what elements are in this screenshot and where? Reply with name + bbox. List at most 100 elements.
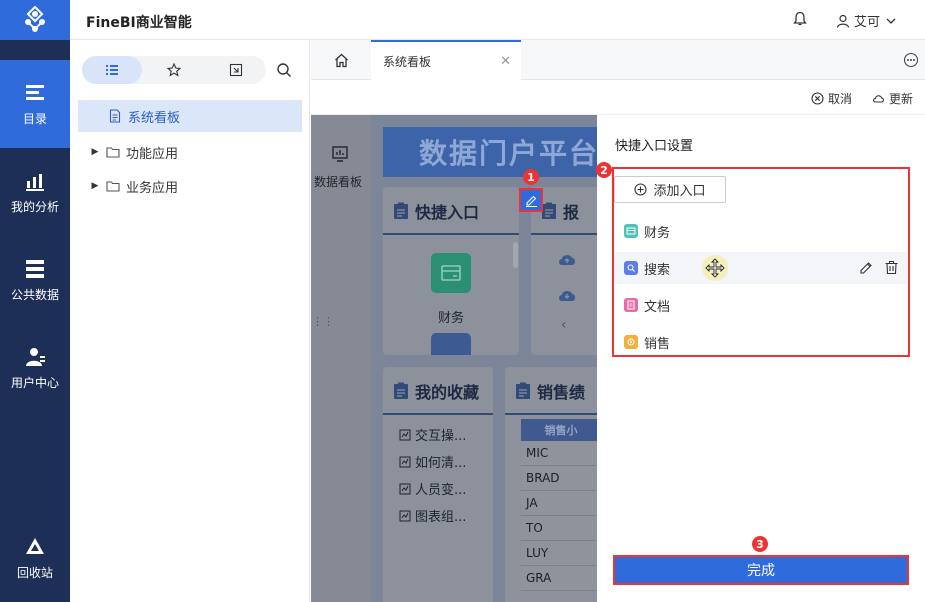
table-row: JA <box>521 491 597 516</box>
cloud-download-icon[interactable] <box>557 287 577 303</box>
nav-label-user-center: 用户中心 <box>10 375 59 390</box>
wallet-icon <box>441 265 461 281</box>
entry-label: 财务 <box>644 225 671 241</box>
more-icon[interactable] <box>903 52 919 68</box>
favorite-item[interactable]: 人员变... <box>399 479 466 498</box>
update-label: 更新 <box>889 92 914 106</box>
table-row: MIC <box>521 441 597 466</box>
sales-card: 销售绩 销售小 MIC BRAD JA TO LUY GRA <box>505 367 597 602</box>
recycle-icon <box>26 537 44 554</box>
document-icon <box>624 298 638 312</box>
entry-item-document[interactable]: 文档 <box>614 289 907 321</box>
report-card-title: 报 <box>563 203 580 222</box>
tab-system-board[interactable]: 系统看板 ✕ <box>371 40 521 80</box>
finance-tile[interactable] <box>431 253 471 293</box>
edit-toolbar: 取消 更新 <box>311 80 925 115</box>
search-icon <box>624 261 638 275</box>
quick-entry-card-header: 快捷入口 <box>393 199 479 223</box>
tree-item-system-board[interactable]: 系统看板 <box>78 100 302 132</box>
search-icon[interactable] <box>276 62 292 78</box>
tree-tab-group <box>82 56 266 84</box>
app-logo[interactable] <box>0 0 70 40</box>
table-row: GRA <box>521 566 597 591</box>
document-icon <box>109 109 121 123</box>
card-divider <box>531 233 597 235</box>
app-title: FineBI商业智能 <box>86 15 192 31</box>
caret-right-icon[interactable]: ▶ <box>90 147 100 157</box>
favorites-card-title: 我的收藏 <box>415 383 480 402</box>
chart-file-icon <box>399 483 411 494</box>
cancel-button[interactable]: 取消 <box>811 90 852 107</box>
nav-item-user-center[interactable]: 用户中心 <box>0 324 70 412</box>
table-row: BRAD <box>521 466 597 491</box>
user-icon <box>836 14 850 28</box>
finance-tile-label: 财务 <box>438 311 465 326</box>
chevron-left-icon[interactable]: ‹ <box>561 317 567 333</box>
sales-card-title: 销售绩 <box>537 383 586 402</box>
bell-icon[interactable] <box>792 11 808 27</box>
top-header: FineBI商业智能 艾可 <box>70 0 925 40</box>
folder-icon <box>106 181 120 192</box>
entry-item-finance[interactable]: 财务 <box>614 215 907 247</box>
card-scrollbar[interactable] <box>513 242 518 268</box>
user-center-icon <box>26 347 45 366</box>
favorite-item[interactable]: 交互操... <box>399 425 466 444</box>
entry-label: 销售 <box>644 336 671 352</box>
clipboard-icon <box>542 202 556 219</box>
plus-circle-icon <box>634 183 648 196</box>
tree-tab-export[interactable] <box>206 56 266 84</box>
table-row: TO <box>521 516 597 541</box>
entry-label: 搜索 <box>644 262 671 278</box>
dashboard-body: 数据门户平台 快捷入口 财务 报 ‹ 我的收藏 交互操... 如何清... 人员… <box>371 115 597 602</box>
nav-item-analysis[interactable]: 我的分析 <box>0 148 70 236</box>
report-card: 报 ‹ <box>531 187 597 355</box>
trash-icon[interactable] <box>884 260 899 275</box>
tree-tab-list[interactable] <box>82 56 142 84</box>
home-tab[interactable] <box>311 40 371 80</box>
nav-label-analysis: 我的分析 <box>10 199 59 214</box>
export-icon <box>229 63 243 77</box>
favorite-item-label: 如何清... <box>415 456 467 471</box>
favorite-item[interactable]: 如何清... <box>399 452 466 471</box>
tree-item-business-apps[interactable]: ▶ 业务应用 <box>78 170 302 202</box>
nav-item-public-data[interactable]: 公共数据 <box>0 236 70 324</box>
quick-entry-card: 快捷入口 财务 <box>383 187 519 355</box>
done-button[interactable]: 完成 <box>613 555 909 585</box>
chart-file-icon <box>399 456 411 467</box>
favorites-card-header: 我的收藏 <box>393 379 479 403</box>
logo-icon <box>25 6 45 32</box>
entry-item-sales[interactable]: 销售 <box>614 326 907 358</box>
document-tabbar: 系统看板 ✕ <box>311 40 925 80</box>
update-button[interactable]: 更新 <box>872 90 913 107</box>
close-icon[interactable]: ✕ <box>500 54 511 69</box>
clipboard-icon <box>516 382 530 399</box>
user-menu[interactable]: 艾可 <box>836 11 898 30</box>
chart-file-icon <box>399 510 411 521</box>
sales-icon <box>624 335 638 349</box>
sales-card-header: 销售绩 <box>515 379 585 403</box>
analysis-icon <box>26 173 44 191</box>
next-tile-stub <box>431 333 471 355</box>
nav-item-recycle[interactable]: 回收站 <box>0 514 70 602</box>
panel-splitter-handle[interactable]: ⋮⋮ <box>312 315 334 328</box>
tree-item-function-apps[interactable]: ▶ 功能应用 <box>78 136 302 168</box>
nav-label-public-data: 公共数据 <box>10 287 59 302</box>
entry-item-search[interactable]: 搜索 <box>614 252 907 284</box>
chevron-down-icon <box>886 18 896 24</box>
tree-item-label: 功能应用 <box>126 146 179 162</box>
caret-right-icon[interactable]: ▶ <box>90 181 100 191</box>
edit-quick-entry-button[interactable] <box>519 188 543 212</box>
add-entry-button[interactable]: 添加入口 <box>614 176 726 203</box>
tree-tab-favorites[interactable] <box>144 56 204 84</box>
edit-icon[interactable] <box>859 260 874 275</box>
step-badge-3: 3 <box>752 536 768 552</box>
nav-item-catalog[interactable]: 目录 <box>0 60 70 148</box>
quick-entry-card-title: 快捷入口 <box>415 203 480 222</box>
board-icon[interactable] <box>331 145 349 163</box>
cloud-upload-icon[interactable] <box>557 251 577 267</box>
catalog-tree-panel: 系统看板 ▶ 功能应用 ▶ 业务应用 <box>70 40 310 602</box>
sales-table: 销售小 MIC BRAD JA TO LUY GRA <box>521 419 597 591</box>
favorite-item[interactable]: 图表组... <box>399 506 466 525</box>
favorite-item-label: 交互操... <box>415 429 467 444</box>
table-row: LUY <box>521 541 597 566</box>
